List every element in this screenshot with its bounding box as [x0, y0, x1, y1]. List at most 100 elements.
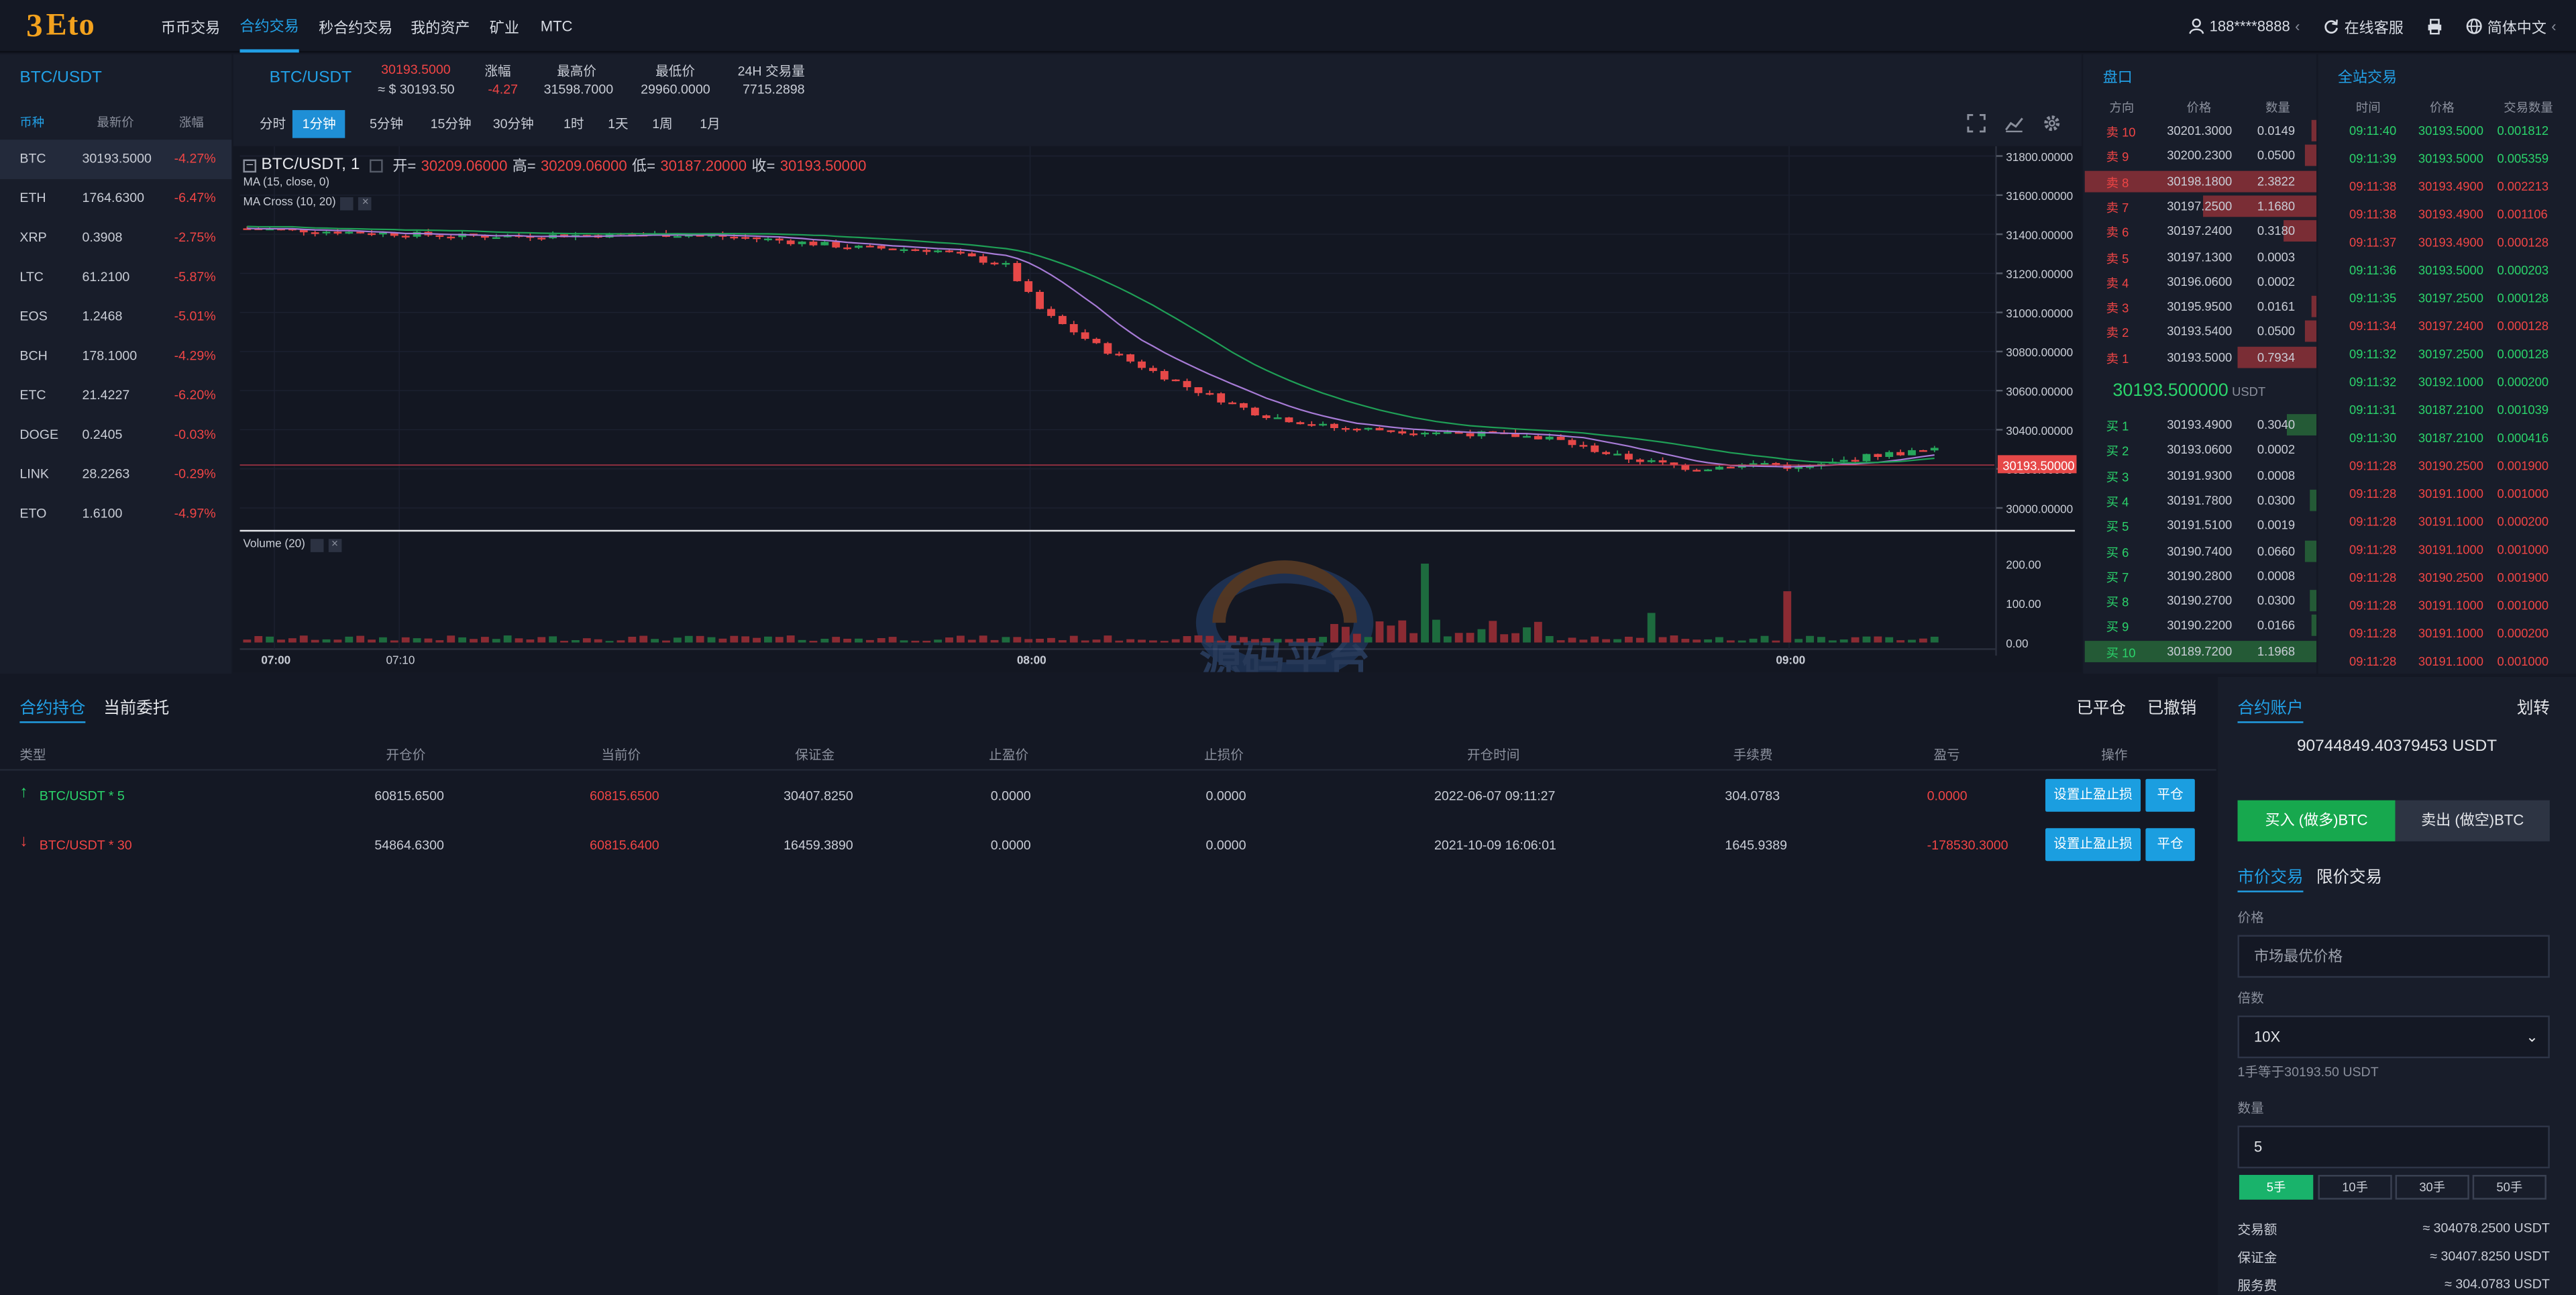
support-link[interactable]: 在线客服 [2323, 15, 2404, 37]
ask-row[interactable]: 卖 7 30197.2500 1.1680 [2083, 194, 2317, 219]
nav-mining[interactable]: 矿业 [490, 0, 519, 52]
bid-row[interactable]: 买 4 30191.7800 0.0300 [2083, 488, 2317, 513]
price-input[interactable]: 市场最优价格 [2237, 935, 2550, 978]
market-row[interactable]: LINK 28.2263 -0.29% [0, 455, 231, 495]
volume-bar [753, 637, 761, 643]
leverage-select[interactable]: 10X ⌄ [2237, 1015, 2550, 1059]
user-menu[interactable]: 188****8888 ‹ [2188, 18, 2300, 34]
legend-settings-icon[interactable] [310, 539, 323, 552]
tab-orders[interactable]: 当前委托 [103, 693, 169, 718]
close-position-button[interactable]: 平仓 [2145, 778, 2195, 812]
quick-10-lots[interactable]: 10手 [2318, 1175, 2392, 1200]
candle-body [865, 246, 874, 248]
market-row[interactable]: DOGE 0.2405 -0.03% [0, 416, 231, 456]
candle-body [877, 246, 885, 249]
trade-qty: 0.001900 [2497, 570, 2549, 585]
ticker-pair[interactable]: BTC/USDT [270, 69, 352, 87]
market-row[interactable]: EOS 1.2468 -5.01% [0, 297, 231, 337]
bid-row[interactable]: 买 1 30193.4900 0.3040 [2083, 413, 2317, 437]
collapse-legend-icon[interactable]: – [243, 158, 257, 172]
cancelled-link[interactable]: 已撤销 [2147, 693, 2196, 718]
close-icon[interactable]: × [328, 539, 341, 552]
nav-spot[interactable]: 币币交易 [161, 0, 220, 52]
set-tpsl-button[interactable]: 设置止盈止损 [2045, 828, 2141, 862]
timeframe-button[interactable]: 30分钟 [483, 110, 543, 138]
price-chart[interactable]: 源码平台 31800.00000 31600.00000 31400.00000 31… [233, 146, 2082, 672]
volume-bar [888, 637, 897, 643]
ask-row[interactable]: 卖 9 30200.2300 0.0500 [2083, 144, 2317, 168]
tab-market-order[interactable]: 市价交易 [2237, 863, 2304, 892]
close-position-button[interactable]: 平仓 [2145, 828, 2195, 862]
language-select[interactable]: 简体中文 ‹ [2466, 15, 2557, 37]
market-row[interactable]: BCH 178.1000 -4.29% [0, 337, 231, 376]
bid-row[interactable]: 买 3 30191.9300 0.0008 [2083, 463, 2316, 488]
nav-contract[interactable]: 合约交易 [239, 0, 299, 53]
bid-row[interactable]: 买 5 30191.5100 0.0019 [2083, 513, 2316, 538]
buy-long-button[interactable]: 买入 (做多)BTC [2237, 800, 2396, 841]
timeframe-button[interactable]: 1分钟 [292, 110, 346, 138]
trade-qty: 0.000200 [2497, 374, 2549, 390]
time-tick-label: 07:00 [261, 653, 290, 666]
legend-settings-icon[interactable] [340, 197, 354, 211]
bid-row[interactable]: 买 7 30190.2800 0.0008 [2083, 564, 2316, 588]
depth-bar [2311, 615, 2317, 637]
ask-row[interactable]: 卖 6 30197.2400 0.3180 [2083, 219, 2317, 244]
timeframe-button[interactable]: 5分钟 [360, 110, 413, 138]
close-icon[interactable]: × [358, 197, 372, 211]
tab-holdings[interactable]: 合约持仓 [19, 693, 86, 723]
timeframe-button[interactable]: 1月 [690, 110, 731, 138]
market-row[interactable]: LTC 61.2100 -5.87% [0, 258, 231, 297]
market-row[interactable]: ETC 21.4227 -6.20% [0, 376, 231, 416]
market-price: 28.2263 [82, 466, 130, 482]
col-change: 涨幅 [178, 115, 204, 130]
quick-5-lots[interactable]: 5手 [2239, 1175, 2314, 1200]
sell-short-button[interactable]: 卖出 (做空)BTC [2395, 800, 2550, 841]
ask-row[interactable]: 卖 5 30197.1300 0.0003 [2083, 244, 2316, 269]
time-tick-label: 09:00 [1776, 653, 1805, 666]
indicators-icon[interactable] [2004, 113, 2024, 133]
bid-row[interactable]: 买 6 30190.7400 0.0660 [2083, 538, 2317, 563]
bid-row[interactable]: 买 8 30190.2700 0.0300 [2083, 588, 2317, 613]
ask-row[interactable]: 卖 3 30195.9500 0.0161 [2083, 295, 2317, 319]
candle-body [1681, 465, 1690, 470]
ask-row[interactable]: 卖 4 30196.0600 0.0002 [2083, 269, 2316, 294]
book-side: 卖 7 [2106, 200, 2129, 215]
timeframe-button[interactable]: 1周 [643, 110, 683, 138]
position-type: BTC/USDT * 5 [39, 788, 125, 804]
tab-limit-order[interactable]: 限价交易 [2316, 863, 2382, 888]
logo[interactable]: 3 Eto [26, 7, 95, 44]
timeframe-button[interactable]: 1天 [598, 110, 638, 138]
ask-row[interactable]: 卖 1 30193.5000 0.7934 [2083, 345, 2317, 370]
nav-second-contract[interactable]: 秒合约交易 [319, 0, 392, 52]
settings-gear-icon[interactable] [2042, 113, 2061, 133]
transfer-link[interactable]: 划转 [2517, 693, 2550, 718]
trade-price: 30193.5000 [2418, 262, 2483, 278]
market-row[interactable]: ETH 1764.6300 -6.47% [0, 179, 231, 219]
closed-link[interactable]: 已平仓 [2077, 693, 2126, 718]
set-tpsl-button[interactable]: 设置止盈止损 [2045, 778, 2141, 812]
timeframe-button[interactable]: 分时 [250, 110, 296, 138]
download-app[interactable] [2426, 18, 2443, 35]
bid-row[interactable]: 买 2 30193.0600 0.0002 [2083, 437, 2316, 462]
candle-body [447, 236, 455, 239]
ask-row[interactable]: 卖 2 30193.5400 0.0500 [2083, 319, 2317, 344]
nav-assets[interactable]: 我的资产 [411, 0, 470, 52]
book-side: 买 5 [2106, 519, 2129, 535]
nav-mtc[interactable]: MTC [541, 0, 573, 52]
fullscreen-icon[interactable] [1966, 113, 1986, 133]
timeframe-button[interactable]: 1时 [553, 110, 594, 138]
market-change: -6.47% [174, 191, 216, 206]
market-row[interactable]: BTC 30193.5000 -4.27% [0, 140, 232, 179]
quick-50-lots[interactable]: 50手 [2472, 1175, 2546, 1200]
market-row[interactable]: XRP 0.3908 -2.75% [0, 219, 231, 258]
ask-row[interactable]: 卖 8 30198.1800 2.3822 [2083, 168, 2317, 193]
ask-row[interactable]: 卖 10 30201.3000 0.0149 [2083, 118, 2317, 143]
qty-input[interactable]: 5 [2237, 1125, 2550, 1169]
bid-row[interactable]: 买 10 30189.7200 1.1968 [2083, 639, 2317, 664]
timeframe-button[interactable]: 15分钟 [421, 110, 481, 138]
legend-settings-icon[interactable] [370, 158, 383, 172]
market-row[interactable]: ETO 1.6100 -4.97% [0, 495, 231, 534]
trade-price: 30193.4900 [2418, 207, 2483, 222]
bid-row[interactable]: 买 9 30190.2200 0.0166 [2083, 613, 2317, 638]
quick-30-lots[interactable]: 30手 [2395, 1175, 2469, 1200]
